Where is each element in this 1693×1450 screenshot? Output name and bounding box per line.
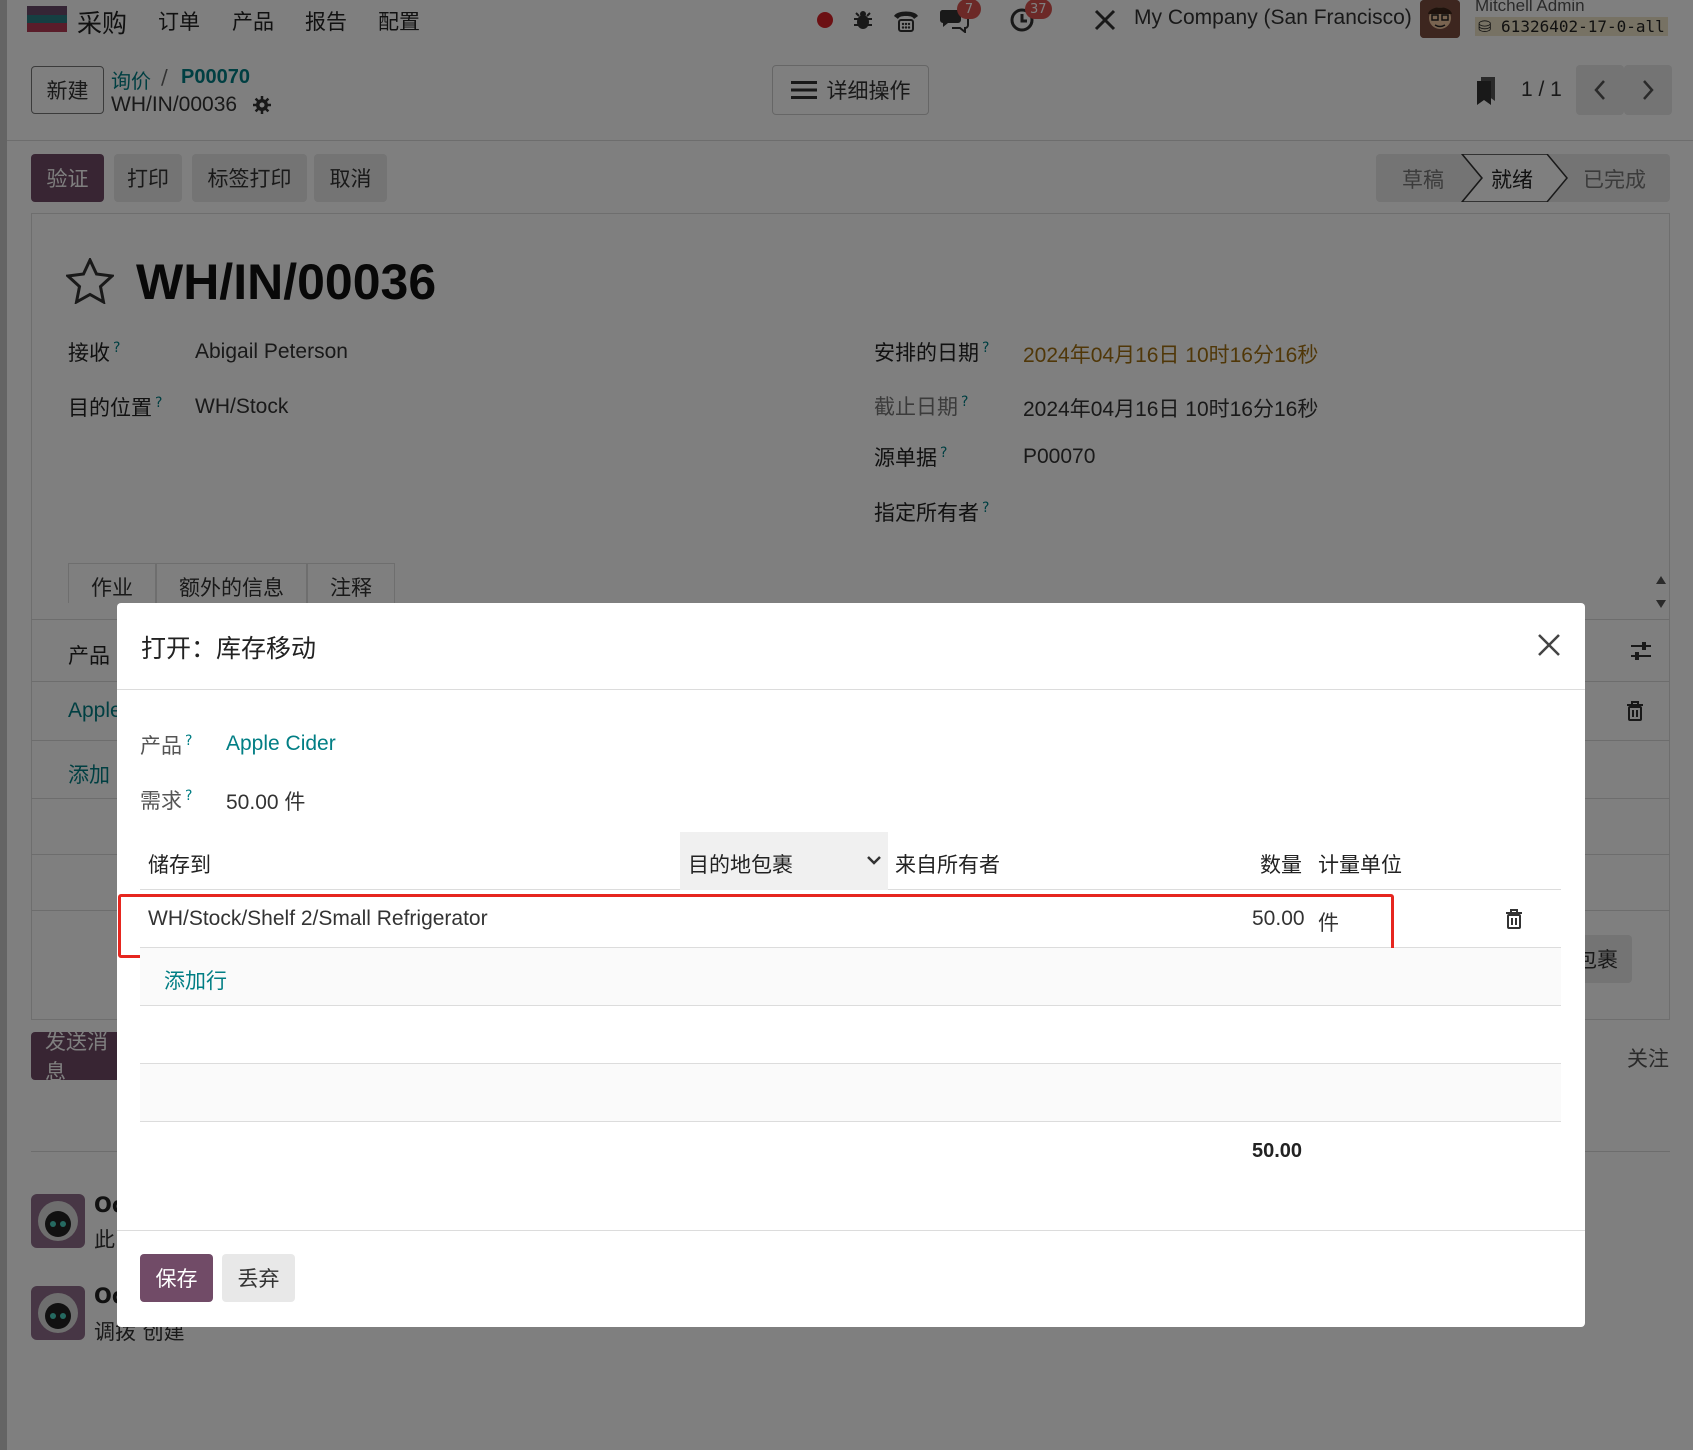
dest-package-column-header[interactable]: 目的地包裹 (680, 832, 888, 890)
th-uom[interactable]: 计量单位 (1318, 849, 1402, 879)
list-header: 目的地包裹 储存到 来自所有者 数量 计量单位 (140, 832, 1561, 890)
close-icon[interactable] (1533, 629, 1565, 661)
add-line-link[interactable]: 添加行 (164, 965, 227, 995)
add-line-row: 添加行 (140, 948, 1561, 1006)
dialog-demand: 50.00 件 (226, 791, 306, 814)
th-store-to[interactable]: 储存到 (148, 849, 211, 879)
stock-move-dialog: 打开：库存移动 产品? Apple Cider 需求? 50.00 件 目的地包… (117, 603, 1585, 1327)
dialog-title: 打开：库存移动 (141, 634, 317, 663)
dialog-product[interactable]: Apple Cider (226, 732, 336, 756)
dialog-label-demand: 需求? (140, 788, 193, 813)
th-from-owner[interactable]: 来自所有者 (895, 849, 1000, 879)
th-dest-package: 目的地包裹 (688, 853, 793, 877)
quantity-total: 50.00 (1252, 1140, 1303, 1162)
dialog-header: 打开：库存移动 (117, 603, 1585, 690)
th-quantity[interactable]: 数量 (1260, 849, 1302, 879)
delete-row-icon[interactable] (1505, 909, 1525, 931)
chevron-down-icon (867, 856, 881, 865)
save-button[interactable]: 保存 (140, 1254, 213, 1302)
page-root: 采购 订单 产品 报告 配置 7 37 My Company (San Fran… (0, 0, 1693, 1450)
discard-button[interactable]: 丢弃 (222, 1254, 295, 1302)
dialog-label-product: 产品? (140, 733, 193, 758)
dialog-footer: 保存 丢弃 (117, 1230, 1585, 1327)
empty-row (140, 1006, 1561, 1064)
empty-row (140, 1064, 1561, 1122)
